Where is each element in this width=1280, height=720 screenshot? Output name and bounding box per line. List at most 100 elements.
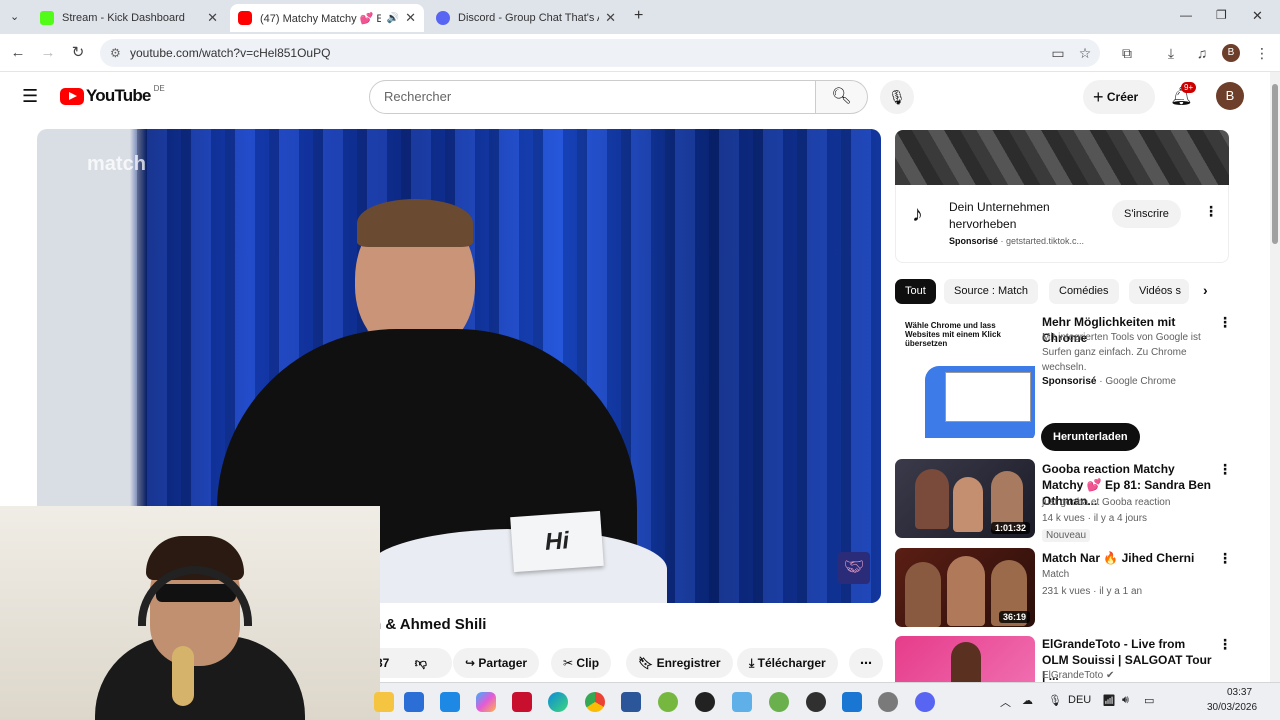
new-tab-icon[interactable]: + (634, 7, 643, 25)
create-button[interactable]: + Créer (1083, 80, 1155, 114)
profile-avatar[interactable]: B (1222, 44, 1240, 62)
tray-chevron-icon[interactable]: ︿ (1000, 694, 1011, 710)
chrome-icon[interactable] (585, 692, 605, 712)
youtube-logo-text: YouTube (86, 86, 151, 105)
save-button[interactable]: 🔖︎ Enregistrer (626, 648, 733, 678)
search-button[interactable]: 🔍︎ (816, 80, 868, 114)
youtube-logo[interactable]: YouTube DE (60, 83, 165, 106)
chip-source-match[interactable]: Source : Match (944, 279, 1038, 304)
download-cta-button[interactable]: Herunterladen (1041, 423, 1140, 451)
tray-mic-icon[interactable]: 🎙︎ (1048, 694, 1062, 707)
account-avatar[interactable]: B (1216, 82, 1244, 110)
hamburger-menu-icon[interactable]: ☰ (22, 86, 38, 107)
chip-all[interactable]: Tout (895, 279, 936, 304)
scrollbar-thumb[interactable] (1272, 84, 1278, 244)
mcafee-icon[interactable] (512, 692, 532, 712)
microphone (172, 646, 194, 706)
notepad-icon[interactable] (732, 692, 752, 712)
forward-arrow-icon[interactable]: → (38, 43, 58, 63)
tab-title: Discord - Group Chat That's All (458, 12, 600, 24)
speaker-icon[interactable]: 🔊 (387, 13, 399, 24)
rec-thumbnail[interactable] (895, 636, 1035, 682)
app-icon-blue-square[interactable] (842, 692, 862, 712)
download-button[interactable]: ⤓ Télécharger (737, 648, 838, 678)
word-icon[interactable] (621, 692, 641, 712)
rec-sponsor-line: Sponsorisé · Google Chrome (1042, 376, 1176, 387)
cast-icon[interactable]: ▭ (1048, 43, 1068, 63)
store-icon[interactable] (440, 692, 460, 712)
chip-comedies[interactable]: Comédies (1049, 279, 1119, 304)
rec-thumbnail[interactable]: 36:19 (895, 548, 1035, 627)
rec-channel[interactable]: just gooba et Gooba reaction (1042, 497, 1170, 508)
voice-search-button[interactable]: 🎙︎ (880, 80, 914, 114)
notification-badge: 9+ (1181, 82, 1197, 93)
clip-button[interactable]: ✂ Clip (551, 648, 612, 678)
browser-menu-icon[interactable]: ⋮ (1252, 43, 1272, 63)
file-explorer-icon[interactable] (374, 692, 394, 712)
url-bar[interactable]: ⚙ youtube.com/watch?v=cHel851OuPQ (100, 39, 1100, 67)
discord-icon[interactable] (915, 692, 935, 712)
reload-icon[interactable]: ↻ (68, 43, 88, 63)
chip-videos[interactable]: Vidéos s (1129, 279, 1189, 304)
dislike-icon[interactable]: 👎︎ (415, 656, 427, 670)
subscribe-button[interactable]: S'inscrire (1112, 200, 1181, 228)
notifications-button[interactable]: 🔔︎ 9+ (1170, 82, 1197, 107)
app-icon-blue[interactable] (404, 692, 424, 712)
ad-banner-image[interactable] (895, 130, 1229, 185)
tab-youtube-matchy[interactable]: (47) Matchy Matchy 💕 Ep 🔊 ✕ (230, 4, 424, 32)
chrome-ad-thumbnail[interactable]: Wähle Chrome und lass Websites mit einem… (895, 316, 1035, 440)
copilot-icon[interactable] (476, 692, 496, 712)
ad-title: Dein Unternehmen hervorheben (949, 200, 1050, 231)
media-control-icon[interactable]: ♫ (1192, 43, 1212, 63)
ad-menu-icon[interactable]: ⋮ (1204, 203, 1218, 220)
tab-discord[interactable]: Discord - Group Chat That's All ✕ (428, 4, 624, 32)
rec-menu-icon[interactable]: ⋮ (1218, 314, 1232, 331)
maximize-icon[interactable]: ❐ (1216, 8, 1227, 22)
battery-icon[interactable]: ▭ (1144, 694, 1154, 707)
language-indicator[interactable]: DEU (1068, 694, 1091, 706)
rec-title[interactable]: Match Nar 🔥 Jihed Cherni (1042, 550, 1212, 566)
back-arrow-icon[interactable]: ← (8, 43, 28, 63)
extensions-icon[interactable]: ⧉ (1117, 43, 1137, 63)
chips-next-arrow-icon[interactable]: › (1203, 282, 1208, 298)
tab-close-icon[interactable]: ✕ (405, 10, 416, 26)
rec-thumbnail[interactable]: 1:01:32 (895, 459, 1035, 538)
utorrent-alt-icon[interactable] (769, 692, 789, 712)
video-title: n & Ahmed Shili (372, 616, 487, 633)
edge-icon[interactable] (548, 692, 568, 712)
minimize-icon[interactable]: — (1180, 8, 1192, 22)
app-icon-dark[interactable] (695, 692, 715, 712)
rec-menu-icon[interactable]: ⋮ (1218, 636, 1232, 653)
rec-menu-icon[interactable]: ⋮ (1218, 461, 1232, 478)
utorrent-icon[interactable] (658, 692, 678, 712)
chrome-ad-thumb-text: Wähle Chrome und lass Websites mit einem… (905, 321, 1001, 348)
rec-channel[interactable]: Match (1042, 569, 1069, 580)
rec-menu-icon[interactable]: ⋮ (1218, 550, 1232, 567)
share-button[interactable]: ↪ Partager (453, 648, 540, 678)
search-input[interactable]: Rechercher (369, 80, 816, 114)
more-actions-button[interactable]: ⋯ (849, 648, 883, 678)
rec-channel[interactable]: ElGrandeToto ✔ (1042, 670, 1114, 681)
download-icon[interactable]: ⤓ (1161, 43, 1181, 63)
ad-card[interactable]: ♪ Dein Unternehmen hervorheben Sponsoris… (895, 185, 1229, 263)
window-close-icon[interactable]: ✕ (1252, 8, 1263, 24)
create-label: Créer (1106, 90, 1139, 104)
volume-icon[interactable]: 🔊︎ (1122, 694, 1129, 707)
tab-search-chevron-icon[interactable]: ⌄ (10, 10, 19, 23)
clock-date[interactable]: 30/03/2026 (1207, 702, 1257, 713)
obs-icon[interactable] (806, 692, 826, 712)
settings-gear-icon[interactable] (878, 692, 898, 712)
region-code: DE (153, 83, 165, 93)
wifi-icon[interactable]: 📶︎ (1102, 694, 1116, 707)
plus-icon: + (1093, 87, 1104, 107)
page-scrollbar[interactable] (1270, 72, 1280, 682)
rec-desc: Mit integrierten Tools von Google ist Su… (1042, 332, 1201, 373)
tab-close-icon[interactable]: ✕ (605, 10, 616, 26)
tab-kick-dashboard[interactable]: Stream - Kick Dashboard ✕ (32, 4, 226, 32)
bookmark-star-icon[interactable]: ☆ (1075, 43, 1095, 63)
tab-close-icon[interactable]: ✕ (207, 10, 218, 26)
site-info-icon[interactable]: ⚙ (110, 39, 121, 67)
tray-app-icon[interactable]: ☁ (1022, 694, 1033, 707)
clock-time[interactable]: 03:37 (1227, 687, 1252, 698)
handshake-watermark-icon: 🤝︎ (838, 552, 870, 584)
